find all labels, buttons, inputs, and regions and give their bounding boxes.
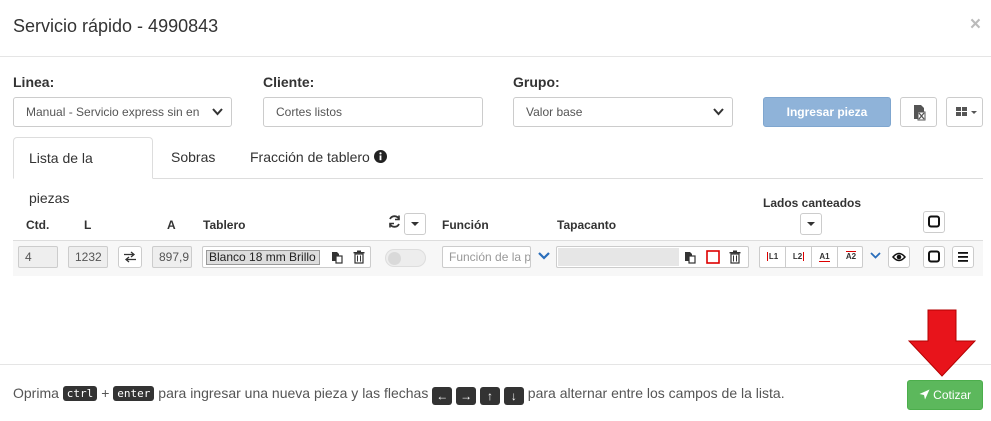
red-square-icon[interactable] — [706, 250, 720, 264]
edge-a1-button[interactable]: A1 — [812, 247, 838, 267]
layout-menu-button[interactable] — [946, 97, 983, 127]
edge-label: A2 — [845, 251, 857, 261]
arrow-down-icon: ↓ — [503, 387, 524, 405]
col-header-lados: Lados canteados — [763, 196, 862, 210]
arrow-left-icon: ← — [432, 387, 453, 405]
tab-label: Fracción de tablero — [250, 149, 370, 165]
row-checkbox[interactable] — [923, 246, 945, 268]
cliente-input[interactable]: Cortes listos — [263, 97, 483, 127]
ctd-input[interactable]: 4 — [18, 246, 58, 268]
grid-icon — [956, 107, 977, 116]
trash-icon[interactable] — [353, 250, 365, 264]
keyboard-hint: Oprima ctrl + enter para ingresar una nu… — [13, 385, 785, 405]
tab-label: Lista de la piezas — [29, 150, 93, 206]
edge-label: L1 — [766, 252, 779, 261]
edge-l2-button[interactable]: L2 — [786, 247, 812, 267]
trash-icon[interactable] — [729, 250, 741, 264]
arrow-up-icon: ↑ — [480, 387, 501, 405]
col-header-funcion: Función — [442, 218, 489, 232]
linea-select[interactable]: Manual - Servicio express sin en — [13, 97, 232, 127]
a-input[interactable]: 897,9 — [152, 246, 192, 268]
chevron-down-icon[interactable] — [869, 251, 882, 261]
modal-header: Servicio rápido - 4990843 × — [0, 0, 991, 57]
eye-icon — [892, 252, 906, 262]
col-header-ctd: Ctd. — [26, 218, 50, 232]
ingresar-pieza-button[interactable]: Ingresar pieza — [763, 97, 891, 127]
tablero-dropdown-button[interactable] — [404, 213, 426, 235]
row-menu-button[interactable] — [952, 246, 974, 268]
col-header-a: A — [167, 218, 176, 232]
tablero-value: Blanco 18 mm Brillo — [206, 250, 320, 265]
modal-title: Servicio rápido - 4990843 — [13, 16, 219, 36]
edge-label: A1 — [819, 252, 830, 262]
key-ctrl: ctrl — [62, 386, 98, 401]
export-excel-button[interactable] — [900, 97, 937, 127]
tapacanto-value — [558, 248, 679, 266]
copy-icon[interactable] — [331, 251, 343, 264]
hint-mid: para ingresar una nueva pieza y las flec… — [158, 385, 429, 401]
select-all-checkbox[interactable] — [923, 211, 945, 233]
cotizar-button[interactable]: Cotizar — [907, 380, 983, 410]
tablero-field[interactable]: Blanco 18 mm Brillo — [202, 246, 371, 268]
col-header-tablero: Tablero — [203, 218, 246, 232]
caret-down-icon — [807, 222, 815, 226]
tapacanto-field[interactable] — [556, 246, 749, 268]
swap-arrows-icon — [124, 251, 136, 263]
col-header-l: L — [84, 218, 92, 232]
edge-a2-button[interactable]: A2 — [838, 247, 864, 267]
red-arrow-annotation-icon — [908, 309, 976, 377]
key-enter: enter — [113, 386, 155, 401]
info-icon — [373, 150, 387, 163]
send-icon — [919, 389, 930, 400]
l-input[interactable]: 1232 — [68, 246, 108, 268]
chevron-down-icon — [713, 108, 724, 116]
funcion-input[interactable]: Función de la p — [442, 246, 531, 268]
cotizar-label: Cotizar — [933, 388, 972, 402]
excel-file-icon — [914, 105, 926, 121]
hint-plus: + — [101, 385, 110, 401]
caret-down-icon — [411, 222, 419, 226]
chevron-down-icon — [212, 108, 223, 116]
cliente-label: Cliente: — [263, 74, 315, 90]
toggle-knob — [388, 252, 401, 265]
tab-sobras[interactable]: Sobras — [156, 137, 230, 179]
close-button[interactable]: × — [970, 14, 981, 36]
toggle-switch[interactable] — [385, 249, 426, 267]
grupo-label: Grupo: — [513, 74, 560, 90]
tab-fraccion-tablero[interactable]: Fracción de tablero — [235, 137, 402, 179]
square-icon — [928, 215, 940, 228]
grupo-value: Valor base — [526, 105, 583, 119]
grupo-select[interactable]: Valor base — [513, 97, 733, 127]
col-header-tapacanto: Tapacanto — [557, 218, 617, 232]
lados-dropdown-button[interactable] — [800, 213, 822, 235]
square-icon — [928, 250, 940, 263]
chevron-down-icon[interactable] — [537, 251, 551, 261]
tabs-bar: Lista de la piezas Sobras Fracción de ta… — [13, 137, 983, 206]
linea-label: Linea: — [13, 74, 55, 90]
arrow-right-icon: → — [456, 387, 477, 405]
edge-buttons-group: L1 L2 A1 A2 — [759, 246, 863, 268]
edge-l1-button[interactable]: L1 — [760, 247, 786, 267]
copy-icon[interactable] — [684, 251, 696, 264]
hint-oprima: Oprima — [13, 385, 59, 401]
cliente-value: Cortes listos — [276, 105, 343, 119]
swap-dimensions-button[interactable] — [118, 246, 142, 268]
refresh-icon[interactable] — [387, 214, 402, 229]
hint-end: para alternar entre los campos de la lis… — [527, 385, 785, 401]
tab-label: Sobras — [171, 149, 216, 165]
hamburger-icon — [958, 252, 968, 262]
tab-lista-piezas[interactable]: Lista de la piezas — [13, 137, 153, 206]
edge-label: L2 — [792, 252, 805, 261]
linea-value: Manual - Servicio express sin en — [26, 105, 200, 119]
preview-button[interactable] — [888, 246, 910, 268]
